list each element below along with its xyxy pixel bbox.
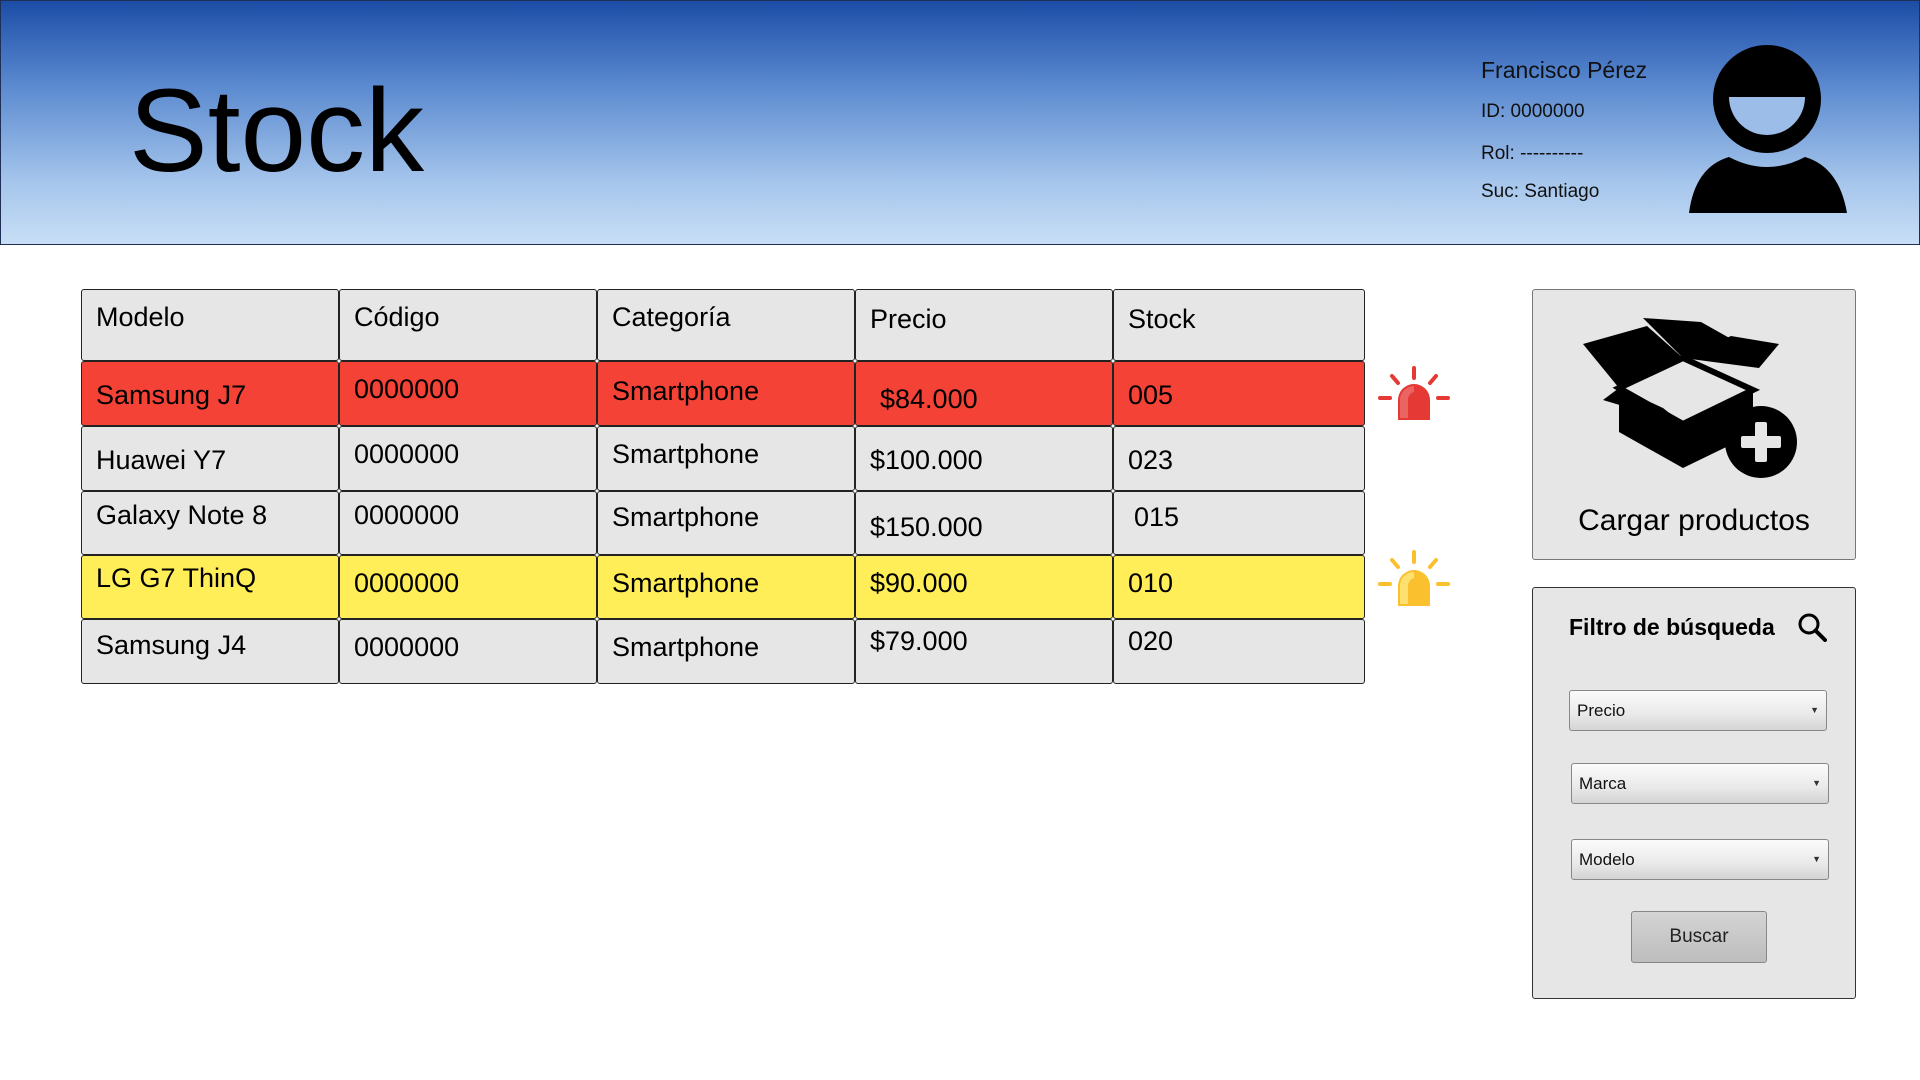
column-header-codigo: Código (339, 289, 597, 361)
user-avatar-icon[interactable] (1689, 39, 1853, 213)
price-select[interactable]: Precio ▼ (1569, 690, 1827, 731)
cell-codigo: 0000000 (339, 361, 597, 426)
cell-precio: $84.000 (855, 361, 1113, 426)
search-button[interactable]: Buscar (1631, 911, 1767, 963)
cell-stock: 023 (1113, 426, 1365, 491)
chevron-down-icon: ▼ (1810, 705, 1819, 715)
price-select-value: Precio (1577, 701, 1626, 720)
cell-modelo: Samsung J7 (81, 361, 339, 426)
cell-precio: $79.000 (855, 619, 1113, 684)
cell-codigo: 0000000 (339, 555, 597, 619)
brand-select[interactable]: Marca ▼ (1571, 763, 1829, 804)
search-icon (1798, 613, 1827, 642)
cell-stock: 015 (1113, 491, 1365, 555)
page-title: Stock (129, 65, 425, 197)
cell-categoria: Smartphone (597, 491, 855, 555)
cell-precio: $150.000 (855, 491, 1113, 555)
column-header-modelo: Modelo (81, 289, 339, 361)
cell-codigo: 0000000 (339, 426, 597, 491)
cell-categoria: Smartphone (597, 619, 855, 684)
cell-precio: $90.000 (855, 555, 1113, 619)
chevron-down-icon: ▼ (1812, 854, 1821, 864)
cell-codigo: 0000000 (339, 619, 597, 684)
filter-title: Filtro de búsqueda (1569, 614, 1775, 640)
open-box-add-icon (1583, 318, 1797, 478)
search-filter-panel: Filtro de búsqueda Precio ▼ Marca ▼ Mode… (1532, 587, 1856, 999)
cell-categoria: Smartphone (597, 361, 855, 426)
user-role: Rol: ---------- (1481, 143, 1584, 164)
column-header-precio: Precio (855, 289, 1113, 361)
cell-modelo: LG G7 ThinQ (81, 555, 339, 619)
cell-precio: $100.000 (855, 426, 1113, 491)
cell-stock: 005 (1113, 361, 1365, 426)
cell-stock: 020 (1113, 619, 1365, 684)
user-name: Francisco Pérez (1481, 57, 1648, 83)
load-products-label: Cargar productos (1578, 504, 1810, 537)
cell-modelo: Samsung J4 (81, 619, 339, 684)
cell-codigo: 0000000 (339, 491, 597, 555)
user-branch: Suc: Santiago (1481, 181, 1600, 202)
model-select-value: Modelo (1579, 850, 1635, 869)
cell-modelo: Huawei Y7 (81, 426, 339, 491)
cell-categoria: Smartphone (597, 426, 855, 491)
brand-select-value: Marca (1579, 774, 1627, 793)
column-header-categoria: Categoría (597, 289, 855, 361)
user-id: ID: 0000000 (1481, 101, 1585, 122)
cell-stock: 010 (1113, 555, 1365, 619)
load-products-button[interactable]: Cargar productos (1532, 289, 1856, 560)
siren-red-icon (1378, 366, 1450, 420)
cell-categoria: Smartphone (597, 555, 855, 619)
cell-modelo: Galaxy Note 8 (81, 491, 339, 555)
model-select[interactable]: Modelo ▼ (1571, 839, 1829, 880)
app-header: Stock Francisco Pérez ID: 0000000 Rol: -… (0, 0, 1920, 245)
siren-yellow-icon (1378, 550, 1450, 606)
column-header-stock: Stock (1113, 289, 1365, 361)
chevron-down-icon: ▼ (1812, 778, 1821, 788)
